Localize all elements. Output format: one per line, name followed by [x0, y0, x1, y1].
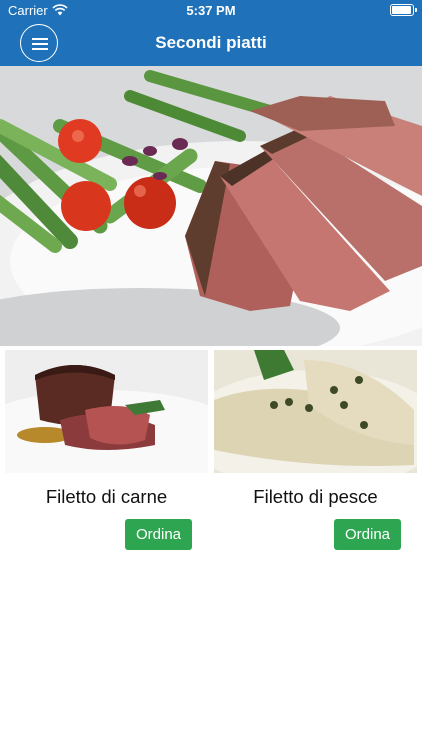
page-title: Secondi piatti	[155, 33, 267, 52]
order-button[interactable]: Ordina	[125, 519, 192, 550]
order-button[interactable]: Ordina	[334, 519, 401, 550]
dish-card: Filetto di pesce Ordina	[214, 350, 417, 550]
status-bar: Carrier 5:37 PM	[0, 0, 422, 22]
clock: 5:37 PM	[186, 3, 236, 18]
top-navigation-bar: Carrier 5:37 PM Secondi piatti	[0, 0, 422, 66]
dish-card: Filetto di carne Ordina	[5, 350, 208, 550]
battery-icon	[390, 4, 417, 16]
hero-dish-image	[0, 66, 422, 346]
hero-photo-illustration	[0, 66, 422, 346]
dish-photo	[5, 350, 208, 473]
dish-photo	[214, 350, 417, 473]
dish-name: Filetto di pesce	[253, 486, 378, 507]
dish-name: Filetto di carne	[45, 486, 168, 507]
